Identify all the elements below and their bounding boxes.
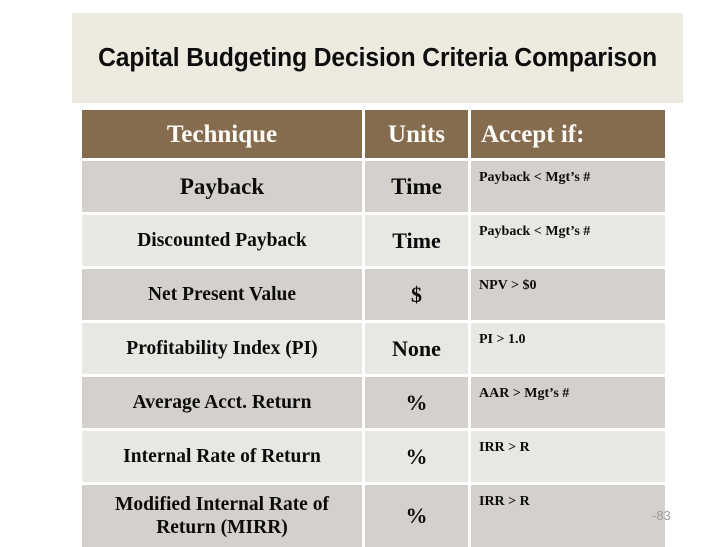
cell-accept-if: Payback < Mgt’s # xyxy=(471,215,665,266)
table-row: Average Acct. Return % AAR > Mgt’s # xyxy=(82,377,665,428)
accept-if-label: AAR > Mgt’s # xyxy=(479,386,570,401)
cell-units: $ xyxy=(365,269,468,320)
cell-units: % xyxy=(365,377,468,428)
units-label: % xyxy=(405,443,428,469)
slide-canvas: Capital Budgeting Decision Criteria Comp… xyxy=(0,0,720,547)
units-label: $ xyxy=(411,281,422,307)
cell-units: % xyxy=(365,431,468,482)
page-title: Capital Budgeting Decision Criteria Comp… xyxy=(98,43,657,72)
cell-technique: Profitability Index (PI) xyxy=(82,323,362,374)
cell-accept-if: PI > 1.0 xyxy=(471,323,665,374)
table-row: Internal Rate of Return % IRR > R xyxy=(82,431,665,482)
cell-accept-if: IRR > R xyxy=(471,485,665,547)
cell-accept-if: IRR > R xyxy=(471,431,665,482)
units-label: % xyxy=(405,389,428,415)
cell-technique: Net Present Value xyxy=(82,269,362,320)
accept-if-label: IRR > R xyxy=(479,494,530,509)
cell-technique: Internal Rate of Return xyxy=(82,431,362,482)
cell-units: Time xyxy=(365,161,468,212)
accept-if-label: Payback < Mgt’s # xyxy=(479,170,591,185)
cell-units: None xyxy=(365,323,468,374)
cell-technique: Average Acct. Return xyxy=(82,377,362,428)
header-label-units: Units xyxy=(388,120,445,148)
header-cell-accept-if: Accept if: xyxy=(471,110,665,158)
technique-label: Average Acct. Return xyxy=(132,392,312,413)
technique-label: Modified Internal Rate of Return (MIRR) xyxy=(115,494,329,538)
table-header-row: Technique Units Accept if: xyxy=(82,110,665,158)
slide-title-band: Capital Budgeting Decision Criteria Comp… xyxy=(72,13,683,103)
accept-if-label: PI > 1.0 xyxy=(479,332,526,347)
slide-number: -83 xyxy=(652,508,671,523)
header-cell-units: Units xyxy=(365,110,468,158)
table-row: Modified Internal Rate of Return (MIRR) … xyxy=(82,485,665,547)
accept-if-label: IRR > R xyxy=(479,440,530,455)
units-label: None xyxy=(392,335,441,361)
units-label: % xyxy=(405,503,428,528)
table-row: Profitability Index (PI) None PI > 1.0 xyxy=(82,323,665,374)
cell-units: % xyxy=(365,485,468,547)
cell-accept-if: NPV > $0 xyxy=(471,269,665,320)
cell-accept-if: Payback < Mgt’s # xyxy=(471,161,665,212)
units-label: Time xyxy=(391,174,442,199)
table-row: Net Present Value $ NPV > $0 xyxy=(82,269,665,320)
technique-label: Internal Rate of Return xyxy=(123,446,321,467)
comparison-table: Technique Units Accept if: Payback Time … xyxy=(82,110,665,547)
cell-technique: Discounted Payback xyxy=(82,215,362,266)
cell-accept-if: AAR > Mgt’s # xyxy=(471,377,665,428)
accept-if-label: Payback < Mgt’s # xyxy=(479,224,591,239)
header-label-accept-if: Accept if: xyxy=(481,120,585,148)
table-row: Discounted Payback Time Payback < Mgt’s … xyxy=(82,215,665,266)
technique-label: Net Present Value xyxy=(147,284,297,305)
units-label: Time xyxy=(392,227,441,253)
technique-label: Discounted Payback xyxy=(137,230,307,251)
technique-label: Profitability Index (PI) xyxy=(126,338,318,359)
table-row: Payback Time Payback < Mgt’s # xyxy=(82,161,665,212)
technique-label: Payback xyxy=(179,173,265,199)
cell-technique: Payback xyxy=(82,161,362,212)
header-cell-technique: Technique xyxy=(82,110,362,158)
header-label-technique: Technique xyxy=(166,120,278,148)
cell-technique: Modified Internal Rate of Return (MIRR) xyxy=(82,485,362,547)
cell-units: Time xyxy=(365,215,468,266)
accept-if-label: NPV > $0 xyxy=(479,278,537,293)
